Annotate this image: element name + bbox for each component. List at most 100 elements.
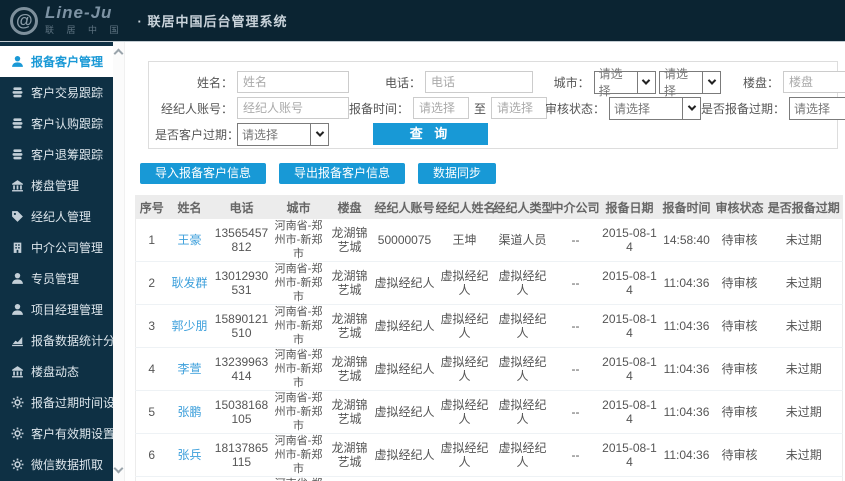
cell-name[interactable]: 张鹏: [167, 390, 212, 434]
time-separator: 至: [474, 101, 487, 116]
estate-input[interactable]: [783, 71, 845, 93]
cell-date: 2015-08-14: [599, 347, 660, 391]
sidebar-item-label: 客户认购跟踪: [31, 117, 104, 131]
customer-expire-select[interactable]: 请选择: [237, 122, 329, 146]
search-filter-panel: 姓名： 电话： 城市： 请选择 请选择: [148, 61, 845, 149]
cell-phone: 15038168105: [211, 390, 272, 434]
cell-agent-type: 虚拟经纪人: [493, 476, 552, 481]
cell-agent-account: 虚拟经纪人: [373, 476, 436, 481]
logo-text: Line-Ju 联 居 中 国: [45, 4, 124, 36]
table-row: 7刘昊昱15090007970河南省-郑州市-新郑市龙湖锦艺城虚拟经纪人虚拟经纪…: [135, 476, 843, 481]
col-report-time: 报备时间: [659, 195, 714, 219]
cell-city: 河南省-郑州市-新郑市: [271, 261, 326, 305]
agent-account-input[interactable]: [237, 97, 349, 119]
cell-status: 待审核: [713, 261, 766, 305]
table-body: 1 王豪 13565457812 河南省-郑州市-新郑市 龙湖锦艺城 50000075 王坤…: [135, 219, 843, 481]
sidebar-item-5[interactable]: 经纪人管理: [0, 201, 113, 232]
sidebar-item-label: 报备客户管理: [31, 55, 104, 69]
cell-date: 2015-08-14: [599, 261, 660, 305]
cell-name[interactable]: 张兵: [167, 433, 212, 477]
report-expire-label: 是否报备过期：: [701, 101, 786, 116]
sidebar-item-9[interactable]: 报备数据统计分析: [0, 325, 127, 356]
filter-row-3: 是否客户过期： 请选择 查 询: [155, 121, 831, 147]
sidebar-item-4[interactable]: 楼盘管理: [0, 170, 113, 201]
city-city-value: 请选择: [664, 67, 689, 98]
phone-field: 电话：: [349, 71, 533, 93]
cell-status: 待审核: [713, 476, 766, 481]
cell-status: 待审核: [713, 219, 766, 262]
cell-name[interactable]: 刘昊昱: [167, 476, 212, 481]
sidebar-item-12[interactable]: 客户有效期设置: [0, 418, 116, 449]
cell-phone: 15890121510: [211, 304, 272, 348]
gear-icon: [11, 427, 24, 440]
report-time-label: 报备时间：: [349, 101, 410, 116]
cell-date: 2015-08-14: [599, 433, 660, 477]
report-time-from-input[interactable]: [413, 97, 470, 119]
sidebar-item-7[interactable]: 专员管理: [0, 263, 113, 294]
app-window: @ Line-Ju 联 居 中 国 · 联居中国后台管理系统 报备客户管理 客户交…: [0, 0, 845, 481]
cell-name[interactable]: 耿发群: [167, 261, 212, 305]
cell-company: --: [551, 476, 600, 481]
cell-agent-type: 虚拟经纪人: [493, 304, 552, 348]
name-input[interactable]: [237, 71, 349, 93]
sidebar-item-label: 楼盘动态: [31, 365, 80, 379]
cell-agent-name: 虚拟经纪人: [435, 261, 494, 305]
main-content: 姓名： 电话： 城市： 请选择 请选择: [125, 42, 845, 481]
city-label: 城市：: [553, 75, 590, 90]
import-customers-button[interactable]: 导入报备客户信息: [140, 163, 267, 184]
table-header-row: 序号 姓名 电话 城市 楼盘 经纪人账号 经纪人姓名 经纪人类型 中介公司 报备…: [135, 195, 843, 219]
sidebar-item-6[interactable]: 中介公司管理: [0, 232, 113, 263]
report-expire-field: 是否报备过期： 请选择: [701, 96, 845, 120]
col-agent-account: 经纪人账号: [373, 195, 436, 219]
bank-icon: [11, 179, 24, 192]
sidebar-item-1[interactable]: 客户交易跟踪: [0, 77, 113, 108]
logo-sub-text: 联 居 中 国: [45, 25, 124, 35]
chevron-down-icon: [682, 97, 700, 119]
sidebar-item-8[interactable]: 项目经理管理: [0, 294, 113, 325]
cell-agent-type: 虚拟经纪人: [493, 390, 552, 434]
col-estate: 楼盘: [325, 195, 374, 219]
cell-estate: 龙湖锦艺城: [325, 219, 374, 262]
sidebar-item-0[interactable]: 报备客户管理: [0, 46, 113, 77]
search-button[interactable]: 查 询: [373, 123, 488, 145]
cell-no: 7: [135, 476, 168, 481]
sidebar-item-label: 客户有效期设置: [31, 427, 116, 441]
cell-agent-account: 虚拟经纪人: [373, 390, 436, 434]
city-city-select[interactable]: 请选择: [659, 67, 721, 98]
sidebar-item-10[interactable]: 楼盘动态: [0, 356, 113, 387]
sidebar-item-label: 楼盘管理: [31, 179, 80, 193]
name-label: 姓名：: [196, 75, 233, 90]
cell-no: 5: [135, 390, 168, 434]
table-row: 2 耿发群 13012930531 河南省-郑州市-新郑市 龙湖锦艺城 虚拟经纪人 虚拟经纪…: [135, 261, 843, 305]
cell-name[interactable]: 李萱: [167, 347, 212, 391]
data-sync-button[interactable]: 数据同步: [418, 163, 497, 184]
scroll-down-icon[interactable]: [113, 463, 124, 474]
sidebar-item-3[interactable]: 客户退筹跟踪: [0, 139, 113, 170]
chart-icon: [11, 334, 24, 347]
agent-account-label: 经纪人账号：: [160, 101, 233, 116]
cell-estate: 龙湖锦艺城: [325, 261, 374, 305]
content-scrollbar[interactable]: [113, 42, 125, 481]
stack-icon: [11, 117, 24, 130]
sidebar-item-13[interactable]: 微信数据抓取: [0, 449, 113, 480]
city-province-select[interactable]: 请选择: [593, 67, 656, 98]
scroll-up-icon[interactable]: [113, 48, 124, 59]
audit-status-select[interactable]: 请选择: [609, 96, 701, 120]
name-field: 姓名：: [155, 71, 349, 93]
sidebar-item-2[interactable]: 客户认购跟踪: [0, 108, 113, 139]
cell-phone: 13239963414: [211, 347, 272, 391]
phone-input[interactable]: [425, 71, 533, 93]
cell-agent-type: 渠道人员: [493, 219, 552, 262]
cell-name[interactable]: 王豪: [167, 219, 212, 262]
cell-agent-account: 虚拟经纪人: [373, 304, 436, 348]
cell-no: 3: [135, 304, 168, 348]
export-customers-button[interactable]: 导出报备客户信息: [279, 163, 406, 184]
report-expire-select[interactable]: 请选择: [789, 96, 845, 120]
cell-no: 6: [135, 433, 168, 477]
sidebar-item-11[interactable]: 报备过期时间设置: [0, 387, 127, 418]
bank-icon: [11, 365, 24, 378]
cell-status: 待审核: [713, 390, 766, 434]
estate-field: 楼盘：: [721, 71, 845, 93]
cell-company: --: [551, 347, 600, 391]
cell-name[interactable]: 郭少朋: [167, 304, 212, 348]
